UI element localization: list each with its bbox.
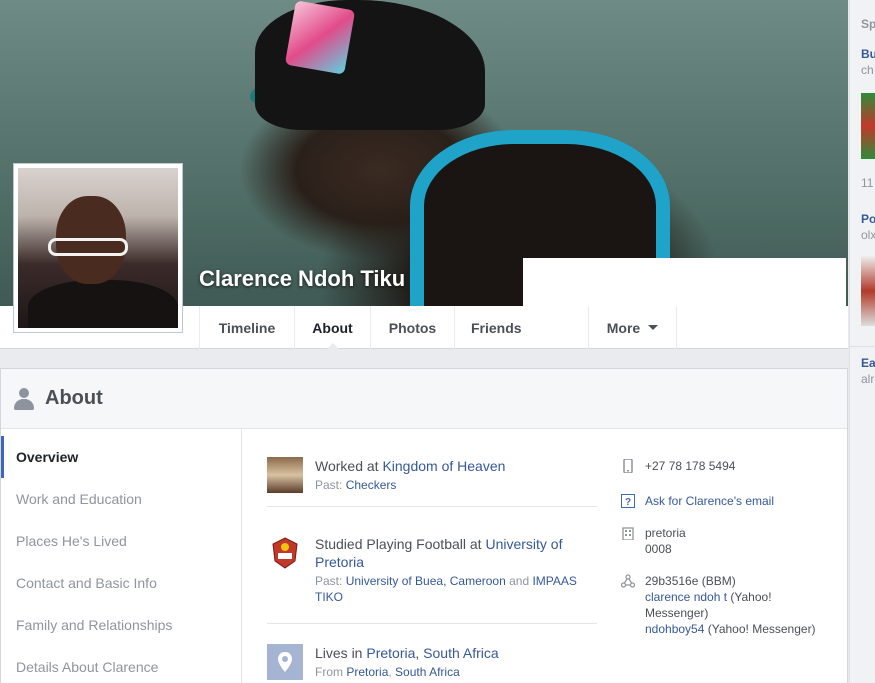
right-rail: Sp Bu ch 11 Po olx Ea alr <box>849 0 875 683</box>
work-entry: Worked at Kingdom of Heaven Past: Checke… <box>267 429 597 507</box>
question-icon: ? <box>621 494 635 508</box>
school-crest-icon[interactable] <box>267 535 303 571</box>
menu-item-overview[interactable]: Overview <box>1 436 241 478</box>
from-label: From <box>315 665 347 679</box>
bbm-pin: 29b3516e <box>645 574 699 588</box>
hometown-country-link[interactable]: South Africa <box>395 665 460 679</box>
building-icon <box>622 527 634 540</box>
tab-friends-label: Friends <box>471 319 522 336</box>
tab-timeline-label: Timeline <box>218 319 276 336</box>
rail-ad3-title[interactable]: Ea <box>861 356 875 370</box>
cover-white-box <box>523 258 846 306</box>
screen-names-row: 29b3516e (BBM) clarence ndoh t (Yahoo! M… <box>621 573 841 637</box>
education-past: Past: University of Buea, Cameroon and I… <box>315 573 585 605</box>
phone-icon <box>623 459 633 473</box>
tab-timeline[interactable]: Timeline <box>199 306 294 349</box>
contact-column: +27 78 178 5494 ? Ask for Clarence's ema… <box>621 429 841 637</box>
menu-item-contact-info[interactable]: Contact and Basic Info <box>1 562 241 604</box>
profile-picture-image <box>18 168 178 328</box>
profile-name[interactable]: Clarence Ndoh Tiku <box>199 266 405 292</box>
education-prefix: Studied Playing Football at <box>315 536 486 552</box>
menu-item-places-lived[interactable]: Places He's Lived <box>1 520 241 562</box>
past-employer-link[interactable]: Checkers <box>346 478 397 492</box>
bbm-label: (BBM) <box>698 574 736 588</box>
person-icon <box>13 387 35 410</box>
lives-sep: , <box>415 645 424 661</box>
rail-sponsored: Sp <box>861 17 875 31</box>
work-title: Worked at Kingdom of Heaven <box>315 457 597 475</box>
rail-ad2-title[interactable]: Po <box>861 212 875 226</box>
lives-title: Lives in Pretoria, South Africa <box>315 644 597 662</box>
rail-divider <box>850 346 875 347</box>
active-tab-indicator <box>325 343 340 350</box>
rail-ad2-image[interactable] <box>861 256 875 326</box>
tab-friends[interactable]: Friends <box>454 306 588 349</box>
yahoo2-link[interactable]: ndohboy54 <box>645 622 704 636</box>
menu-item-details[interactable]: Details About Clarence <box>1 646 241 683</box>
overview-column: Worked at Kingdom of Heaven Past: Checke… <box>267 429 597 683</box>
education-past-label: Past: <box>315 574 346 588</box>
phone-number: +27 78 178 5494 <box>645 459 736 473</box>
tab-about-label: About <box>312 319 353 336</box>
hometown-city-link[interactable]: Pretoria <box>346 665 388 679</box>
yahoo1-row: clarence ndoh t (Yahoo! Messenger) <box>645 589 815 621</box>
menu-item-family[interactable]: Family and Relationships <box>1 604 241 646</box>
chevron-down-icon <box>648 325 659 330</box>
address-row: pretoria 0008 <box>621 525 841 557</box>
lives-prefix: Lives in <box>315 645 367 661</box>
tab-about[interactable]: About <box>294 306 370 350</box>
svg-text:?: ? <box>625 497 631 508</box>
past-school-1-link[interactable]: University of Buea, Cameroon <box>346 574 506 588</box>
pp-glasses <box>48 238 128 256</box>
tab-more[interactable]: More <box>588 306 677 349</box>
rail-ad1-image[interactable] <box>861 93 875 159</box>
yahoo1-link[interactable]: clarence ndoh t <box>645 590 727 604</box>
work-past-label: Past: <box>315 478 346 492</box>
yahoo2-label: (Yahoo! Messenger) <box>704 622 816 636</box>
tab-photos-label: Photos <box>388 319 437 336</box>
education-title: Studied Playing Football at University o… <box>315 535 577 571</box>
yahoo2-row: ndohboy54 (Yahoo! Messenger) <box>645 621 841 637</box>
employer-link[interactable]: Kingdom of Heaven <box>382 458 505 474</box>
rail-ad2-url: olx <box>861 228 875 242</box>
rail-ad1-title[interactable]: Bu <box>861 47 875 61</box>
lives-entry: Lives in Pretoria, South Africa From Pre… <box>267 624 597 683</box>
about-title: About <box>45 387 103 409</box>
rail-ad3-url: alr <box>861 372 875 386</box>
rail-ad1-url: ch <box>861 63 874 77</box>
about-card: About Overview Work and Education Places… <box>0 368 848 683</box>
cap-logo <box>284 0 356 75</box>
pp-body <box>28 280 178 328</box>
rail-ad1-likes: 11 <box>861 176 874 190</box>
tab-photos[interactable]: Photos <box>370 306 454 349</box>
education-entry: Studied Playing Football at University o… <box>267 507 597 624</box>
network-icon <box>621 574 635 588</box>
about-menu: Overview Work and Education Places He's … <box>1 429 242 683</box>
current-country-link[interactable]: South Africa <box>423 645 499 661</box>
hometown: From Pretoria, South Africa <box>315 664 597 680</box>
employer-thumbnail[interactable] <box>267 457 303 493</box>
address-postcode: 0008 <box>645 542 672 556</box>
bbm-row: 29b3516e (BBM) <box>645 573 841 589</box>
work-prefix: Worked at <box>315 458 383 474</box>
current-city-link[interactable]: Pretoria <box>366 645 415 661</box>
map-pin-icon[interactable] <box>267 644 303 680</box>
address-city: pretoria <box>645 526 686 540</box>
about-header: About <box>1 369 847 429</box>
ask-email-row: ? Ask for Clarence's email <box>621 493 841 509</box>
tab-more-label: More <box>606 319 641 336</box>
menu-item-work-education[interactable]: Work and Education <box>1 478 241 520</box>
profile-picture[interactable] <box>13 163 183 333</box>
education-and: and <box>505 574 533 588</box>
work-past: Past: Checkers <box>315 477 597 493</box>
phone-row: +27 78 178 5494 <box>621 458 841 474</box>
ask-email-link[interactable]: Ask for Clarence's email <box>645 494 774 508</box>
